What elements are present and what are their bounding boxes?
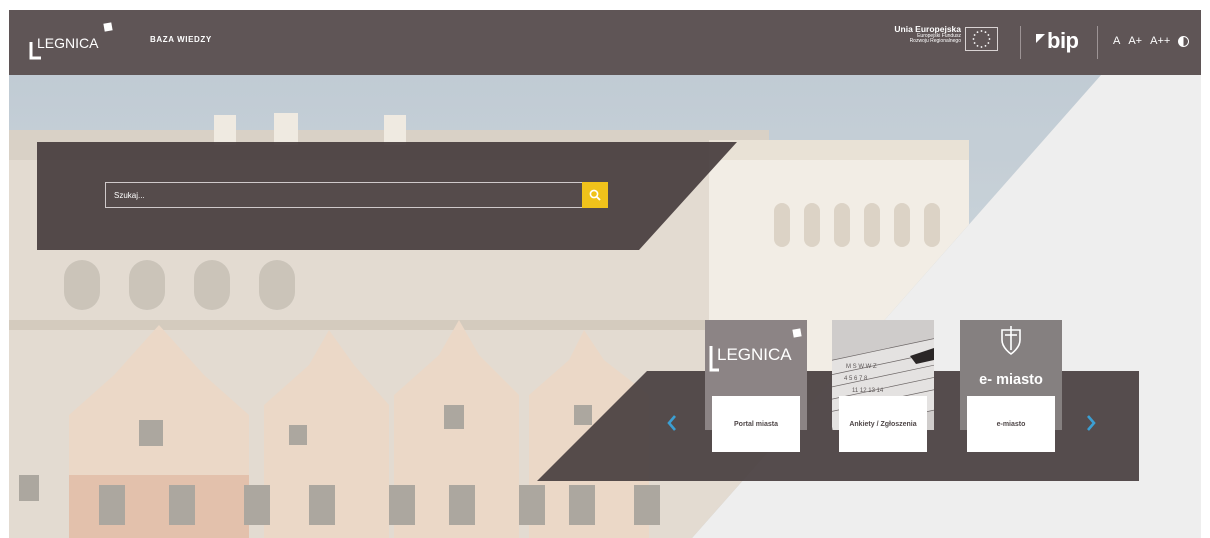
eu-text: Unia Europejska Europejski Fundusz Rozwo… <box>894 25 961 44</box>
tile-card: Portal miasta <box>712 396 800 452</box>
svg-text:4 5 6 7 8: 4 5 6 7 8 <box>844 376 868 382</box>
tile-label: Ankiety / Zgłoszenia <box>849 420 917 428</box>
tile-label: e-miasto <box>996 420 1026 428</box>
font-size-large-button[interactable]: A+ <box>1128 35 1142 47</box>
page: LEGNICA BAZA WIEDZY Unia Europejska Euro… <box>9 10 1201 538</box>
font-size-normal-button[interactable]: A <box>1113 35 1120 47</box>
svg-text:M S W W Z: M S W W Z <box>846 364 877 370</box>
font-size-larger-button[interactable]: A++ <box>1150 35 1170 47</box>
eu-subtitle-2: Rozwoju Regionalnego <box>909 38 961 45</box>
header-divider <box>1020 26 1021 59</box>
tile-logo-text: LEGNICA <box>717 345 792 364</box>
quick-link-e-miasto[interactable]: e- miasto e-miasto <box>960 320 1062 452</box>
city-crest-icon <box>1001 326 1021 355</box>
search-input[interactable] <box>106 183 582 207</box>
tile-card: e-miasto <box>967 396 1055 452</box>
bip-label: bip <box>1047 28 1079 53</box>
tile-label: Portal miasta <box>734 420 778 428</box>
site-name[interactable]: BAZA WIEDZY <box>150 35 212 44</box>
search-icon <box>589 189 601 201</box>
eu-badge[interactable]: Unia Europejska Europejski Fundusz Rozwo… <box>873 25 1023 59</box>
logo-mark: LEGNICA <box>29 22 113 60</box>
contrast-icon[interactable] <box>1178 35 1190 47</box>
bip-arrow-icon <box>1036 33 1045 43</box>
svg-text:11 12 13 14: 11 12 13 14 <box>852 388 884 394</box>
carousel-next-button[interactable] <box>1081 412 1101 434</box>
logo-text: LEGNICA <box>37 35 99 51</box>
eu-flag-icon <box>965 27 998 51</box>
top-header: LEGNICA BAZA WIEDZY Unia Europejska Euro… <box>9 10 1201 75</box>
carousel-prev-button[interactable] <box>662 412 682 434</box>
e-miasto-title: e- miasto <box>979 372 1043 388</box>
quick-link-portal-miasta[interactable]: LEGNICA Portal miasta <box>705 320 807 452</box>
header-divider <box>1097 26 1098 59</box>
tile-card: Ankiety / Zgłoszenia <box>839 396 927 452</box>
hero: LEGNICA Portal miasta <box>9 75 1201 538</box>
chevron-right-icon <box>1087 415 1096 431</box>
legnica-logo[interactable]: LEGNICA <box>29 20 119 60</box>
bip-link[interactable]: bip <box>1036 27 1079 55</box>
search-box <box>105 182 583 208</box>
quick-link-ankiety[interactable]: M S W W Z 4 5 6 7 8 11 12 13 14 19 20 21… <box>832 320 934 452</box>
chevron-left-icon <box>667 415 676 431</box>
search-button[interactable] <box>582 182 608 208</box>
accessibility-controls: A A+ A++ <box>1113 35 1190 47</box>
